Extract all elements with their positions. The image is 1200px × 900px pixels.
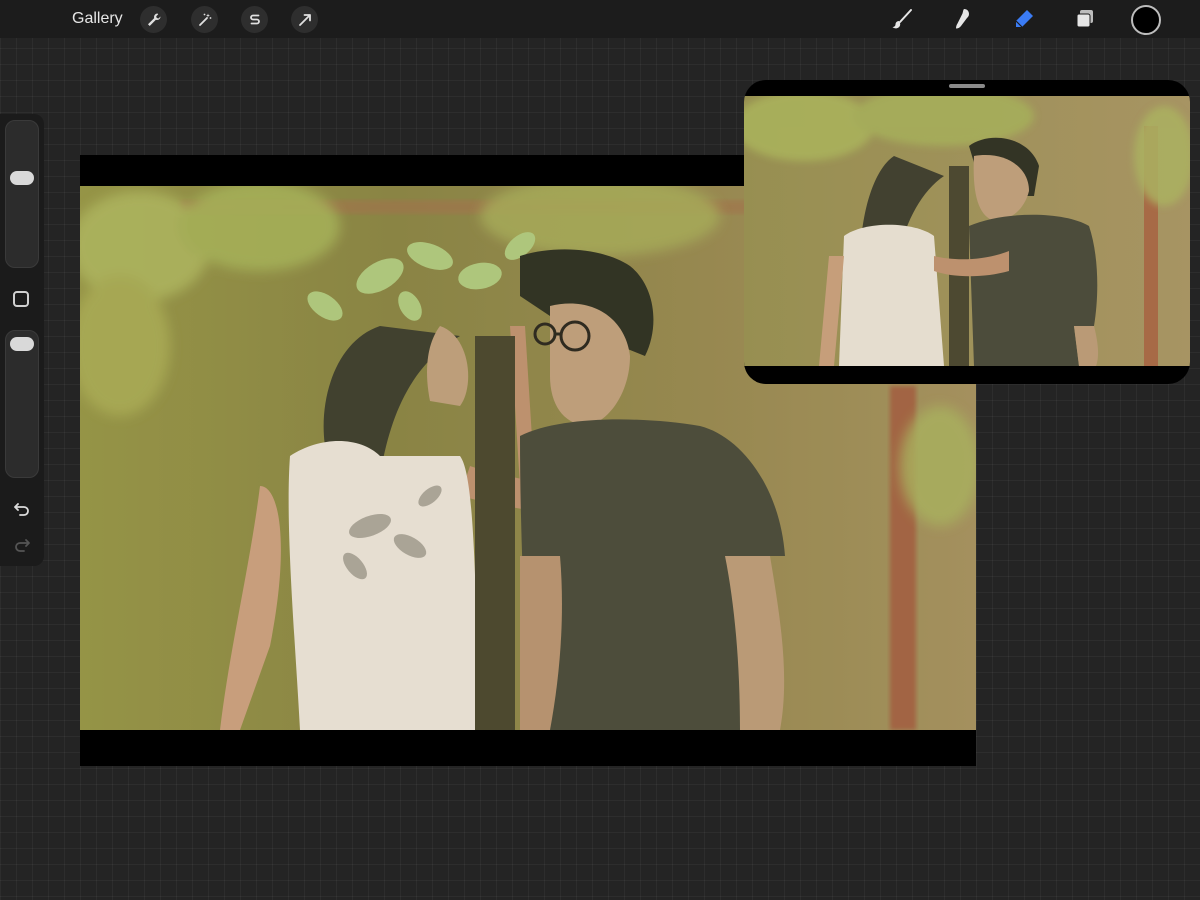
left-sidebar [0, 114, 44, 566]
color-picker-button[interactable] [1131, 5, 1161, 35]
smudge-button[interactable] [948, 5, 976, 33]
undo-icon [14, 503, 29, 516]
layers-icon [1076, 10, 1093, 28]
eraser-button[interactable] [1010, 5, 1038, 33]
opacity-slider[interactable] [5, 330, 39, 478]
adjustments-button[interactable] [191, 6, 218, 33]
brush-size-slider[interactable] [5, 120, 39, 268]
eraser-icon [1015, 10, 1033, 28]
selection-s-icon [249, 14, 260, 24]
magic-wand-icon [198, 13, 211, 26]
reference-window[interactable] [744, 80, 1190, 384]
drag-handle-icon[interactable] [949, 84, 985, 88]
arrow-cursor-icon [298, 13, 311, 26]
brush-button[interactable] [888, 5, 916, 33]
smudge-icon [956, 9, 969, 29]
redo-icon [15, 539, 30, 552]
gallery-button[interactable]: Gallery [72, 10, 123, 28]
undo-button[interactable] [10, 496, 34, 520]
modify-square-button[interactable] [13, 291, 29, 307]
top-toolbar: Gallery [0, 0, 1200, 38]
opacity-slider-thumb[interactable] [10, 337, 34, 351]
actions-button[interactable] [140, 6, 167, 33]
brush-icon [892, 9, 912, 29]
reference-image [744, 96, 1190, 366]
layers-button[interactable] [1071, 5, 1099, 33]
brush-size-slider-thumb[interactable] [10, 171, 34, 185]
selection-button[interactable] [241, 6, 268, 33]
transform-button[interactable] [291, 6, 318, 33]
redo-button[interactable] [10, 532, 34, 556]
wrench-icon [147, 13, 160, 26]
